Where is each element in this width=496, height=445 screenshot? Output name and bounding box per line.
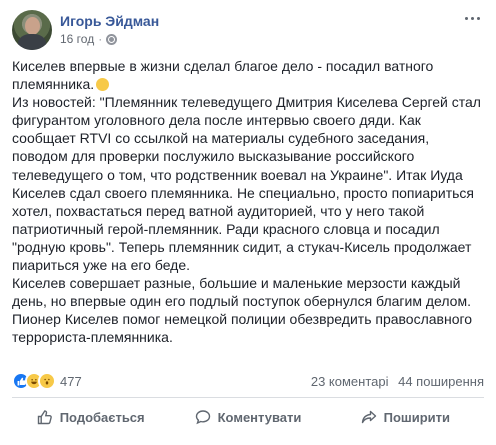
comment-icon bbox=[195, 410, 210, 425]
comment-button[interactable]: Коментувати bbox=[169, 401, 326, 433]
post-text-line: сообщает RTVI со ссылкой на материалы су… bbox=[12, 130, 430, 147]
avatar-body bbox=[18, 34, 46, 50]
post-stats: 477 23 коментарі 44 поширення bbox=[12, 371, 484, 391]
post-text-line-with-emoji: племянника. bbox=[12, 75, 484, 93]
like-label: Подобається bbox=[59, 409, 145, 425]
meta-separator: · bbox=[98, 32, 103, 46]
post-text-line: Киселев сдал своего племянника. Не специ… bbox=[12, 184, 475, 201]
post-text-line: день, но впервые один его подлый поступо… bbox=[12, 293, 471, 310]
avatar-face bbox=[25, 17, 40, 35]
reactions-summary[interactable]: 477 bbox=[12, 372, 82, 390]
comment-label: Коментувати bbox=[217, 409, 302, 425]
post-header: Игорь Эйдман 16 год · bbox=[12, 10, 484, 50]
post-text: Киселев впервые в жизни сделал благое де… bbox=[12, 57, 484, 347]
share-label: Поширити bbox=[383, 409, 451, 425]
reactions-count: 477 bbox=[60, 373, 82, 389]
like-button[interactable]: Подобається bbox=[12, 401, 169, 433]
post-text-line: Киселев совершает разные, большие и мале… bbox=[12, 275, 461, 292]
post-actions: Подобається Коментувати Поширити bbox=[12, 401, 484, 433]
more-icon[interactable] bbox=[460, 10, 484, 26]
post-text-line: террориста-племянника. bbox=[12, 329, 173, 346]
facebook-post: Игорь Эйдман 16 год · Киселев впервые в … bbox=[0, 0, 496, 445]
divider bbox=[12, 397, 484, 398]
post-text-line: Киселев впервые в жизни сделал благое де… bbox=[12, 58, 434, 74]
post-text-line: поводом для проверки послужило высказыва… bbox=[12, 148, 415, 165]
post-time[interactable]: 16 год bbox=[60, 32, 94, 46]
post-text-line: телеведущего о том, что родственник воев… bbox=[12, 166, 463, 183]
share-icon bbox=[361, 410, 376, 424]
post-text-line: "родную кровь". Теперь племянник сидит, … bbox=[12, 238, 472, 255]
author-name[interactable]: Игорь Эйдман bbox=[60, 13, 159, 29]
post-text-line: патриотичный герой-племянник. Ради красн… bbox=[12, 220, 440, 237]
comments-count[interactable]: 23 коментарі bbox=[311, 374, 389, 389]
post-text-line: Из новостей: "Племянник телеведущего Дми… bbox=[12, 94, 481, 111]
like-outline-icon bbox=[37, 410, 52, 425]
engagement-counts: 23 коментарі 44 поширення bbox=[311, 374, 484, 389]
post-meta: 16 год · bbox=[60, 32, 118, 46]
post-text-line: хотел, похвастаться перед ватной аудитор… bbox=[12, 202, 425, 219]
wow-icon bbox=[38, 372, 56, 390]
shares-count[interactable]: 44 поширення bbox=[398, 374, 484, 389]
avatar[interactable] bbox=[12, 10, 52, 50]
smile-emoji-icon bbox=[96, 78, 110, 92]
post-text-line: фигурантом уголовного дела после интервь… bbox=[12, 112, 421, 129]
post-text-line: Пионер Киселев помог немецкой полиции об… bbox=[12, 311, 473, 328]
share-button[interactable]: Поширити bbox=[327, 401, 484, 433]
globe-icon[interactable] bbox=[106, 33, 118, 45]
post-text-line: пиариться уже на его беде. bbox=[12, 257, 191, 274]
